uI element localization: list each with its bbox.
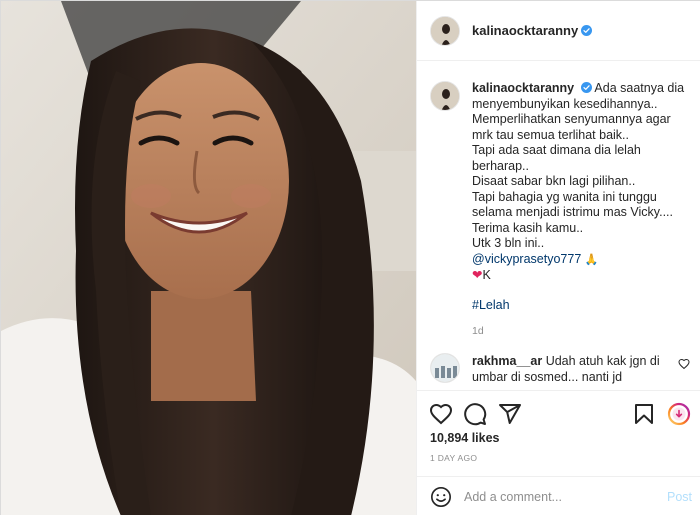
heart-icon [429, 403, 453, 425]
caption-body: kalinaocktaranny Ada saatnya dia menyemb… [472, 81, 692, 340]
caption-text-line: Ada saatnya dia [594, 81, 685, 95]
bookmark-icon [635, 404, 653, 424]
selfie-photo [1, 1, 416, 515]
comment-button[interactable] [463, 402, 487, 426]
reel-icon [667, 402, 691, 426]
comment-username[interactable]: rakhma__ar [472, 354, 542, 368]
action-bar [417, 390, 700, 434]
comment-text-line: Udah atuh kak jgn di [545, 354, 660, 368]
add-comment-bar: Post [417, 476, 700, 515]
comment-item: rakhma__ar Udah atuh kak jgn di umbar di… [430, 353, 692, 385]
verified-badge-icon [580, 82, 592, 93]
post-caption: kalinaocktaranny Ada saatnya dia menyemb… [430, 81, 692, 340]
avatar-image-icon [431, 354, 459, 382]
mention-line: @vickyprasetyo777 🙏 [472, 252, 692, 269]
avatar-image-icon [431, 16, 459, 45]
verified-badge-icon [581, 25, 593, 36]
caption-text-line: Memperlihatkan senyumannya agar [472, 112, 671, 126]
post-timestamp: 1 DAY AGO [430, 453, 478, 463]
caption-text-line: Tapi ada saat dimana dia lelah [472, 143, 641, 157]
comment-like-heart-icon[interactable] [678, 358, 690, 370]
caption-text-line: Tapi bahagia yg wanita ini tunggu [472, 189, 657, 204]
save-button[interactable] [632, 402, 656, 426]
mention-link[interactable]: @vickyprasetyo777 [472, 252, 581, 266]
like-button[interactable] [429, 402, 453, 426]
caption-timestamp[interactable]: 1d [472, 324, 692, 340]
smiley-icon [431, 487, 451, 507]
pray-emoji: 🙏 [584, 253, 599, 266]
comment-avatar[interactable] [430, 353, 460, 383]
avatar-image-icon [431, 82, 459, 110]
caption-text-line: Utk 3 bln ini.. [472, 236, 545, 250]
caption-text-line: Terima kasih kamu.. [472, 220, 584, 235]
caption-text-line: mrk tau semua terlihat baik.. [472, 127, 630, 142]
comment-input[interactable] [464, 486, 654, 508]
instagram-post: kalinaocktaranny kalinaocktaranny Ada sa… [0, 0, 700, 515]
caption-text-line: menyembunyikan kesedihannya.. [472, 96, 658, 111]
caption-username[interactable]: kalinaocktaranny [472, 81, 574, 95]
hashtag-line: #Lelah [472, 298, 692, 314]
post-comment-button[interactable]: Post [667, 490, 692, 504]
caption-text-line: Disaat sabar bkn lagi pilihan.. [472, 174, 636, 188]
avatar[interactable] [430, 15, 460, 46]
heart-text: K [482, 268, 491, 282]
hashtag-link[interactable]: #Lelah [472, 298, 510, 312]
header-username[interactable]: kalinaocktaranny [472, 23, 578, 38]
comment-text-line: umbar di sosmed... nanti jd [472, 370, 623, 384]
comment-first-line: rakhma__ar Udah atuh kak jgn di [472, 353, 668, 369]
heart-emoji: ❤ [472, 268, 483, 282]
reel-button[interactable] [667, 402, 691, 426]
caption-first-line: kalinaocktaranny Ada saatnya dia [472, 81, 692, 97]
post-photo[interactable] [1, 1, 416, 515]
comment-icon [464, 403, 487, 426]
caption-text-line: berharap.. [472, 158, 529, 173]
post-sidebar: kalinaocktaranny kalinaocktaranny Ada sa… [416, 1, 700, 515]
caption-text-line: selama menjadi istrimu mas Vicky.... [472, 205, 673, 219]
comments-section: kalinaocktaranny Ada saatnya dia menyemb… [417, 61, 700, 390]
emoji-button[interactable] [430, 486, 452, 508]
comment-body: rakhma__ar Udah atuh kak jgn di umbar di… [472, 353, 668, 385]
share-button[interactable] [498, 402, 522, 426]
share-icon [499, 404, 521, 424]
caption-avatar[interactable] [430, 81, 460, 111]
heart-line: ❤K [472, 268, 692, 284]
likes-count[interactable]: 10,894 likes [430, 431, 500, 445]
post-header: kalinaocktaranny [417, 1, 700, 61]
